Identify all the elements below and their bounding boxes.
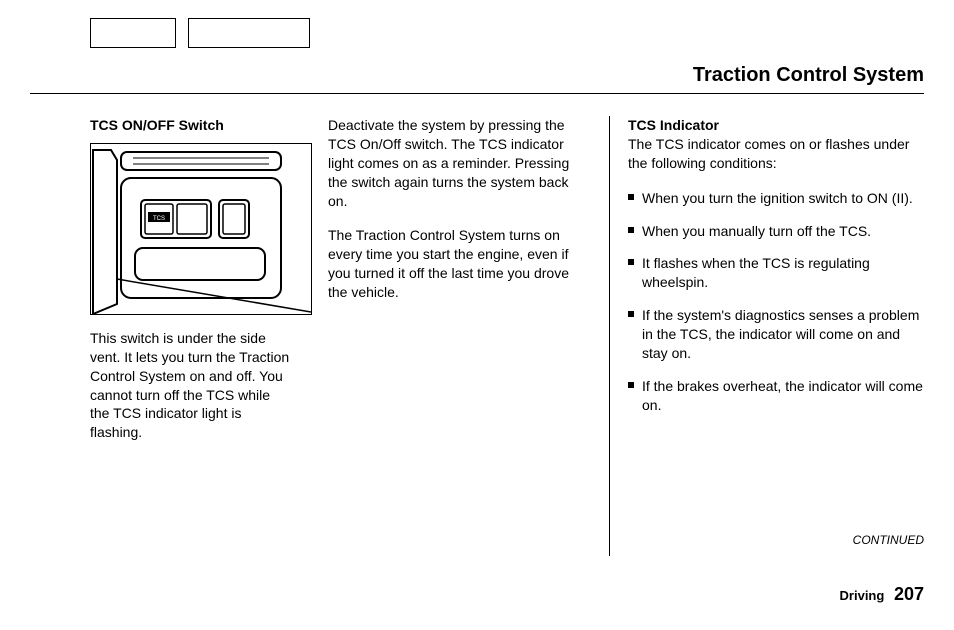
list-item: When you turn the ignition switch to ON …	[628, 189, 924, 208]
title-divider	[30, 93, 924, 94]
top-bar	[90, 18, 924, 48]
svg-text:TCS: TCS	[153, 216, 165, 222]
illustration-svg: TCS	[91, 144, 311, 314]
col2-p2: The Traction Control System turns on eve…	[328, 226, 591, 302]
list-item: When you manually turn off the TCS.	[628, 222, 924, 241]
column-1: TCS ON/OFF Switch TCS	[30, 116, 310, 556]
col2-p1: Deactivate the system by pressing the TC…	[328, 116, 591, 210]
page-title: Traction Control System	[30, 60, 924, 93]
column-3: TCS Indicator The TCS indicator comes on…	[610, 116, 924, 556]
page-number: 207	[894, 584, 924, 604]
col3-heading: TCS Indicator	[628, 117, 719, 133]
col3-bullet-list: When you turn the ignition switch to ON …	[628, 189, 924, 415]
list-item: If the brakes overheat, the indicator wi…	[628, 377, 924, 415]
col3-heading-line: TCS Indicator	[628, 116, 924, 135]
manual-page: Traction Control System TCS ON/OFF Switc…	[0, 0, 954, 630]
blank-box-1	[90, 18, 176, 48]
footer: Driving 207	[30, 556, 924, 605]
col3-intro: The TCS indicator comes on or flashes un…	[628, 135, 924, 173]
content-columns: TCS ON/OFF Switch TCS	[30, 116, 924, 556]
blank-box-2	[188, 18, 310, 48]
col1-heading: TCS ON/OFF Switch	[90, 116, 292, 135]
continued-label: CONTINUED	[853, 532, 924, 548]
list-item: If the system's diagnostics senses a pro…	[628, 306, 924, 363]
tcs-switch-illustration: TCS	[90, 143, 312, 315]
column-2: Deactivate the system by pressing the TC…	[310, 116, 610, 556]
list-item: It flashes when the TCS is regulating wh…	[628, 254, 924, 292]
col1-p1: This switch is under the side vent. It l…	[90, 329, 292, 442]
footer-section: Driving	[840, 588, 885, 603]
